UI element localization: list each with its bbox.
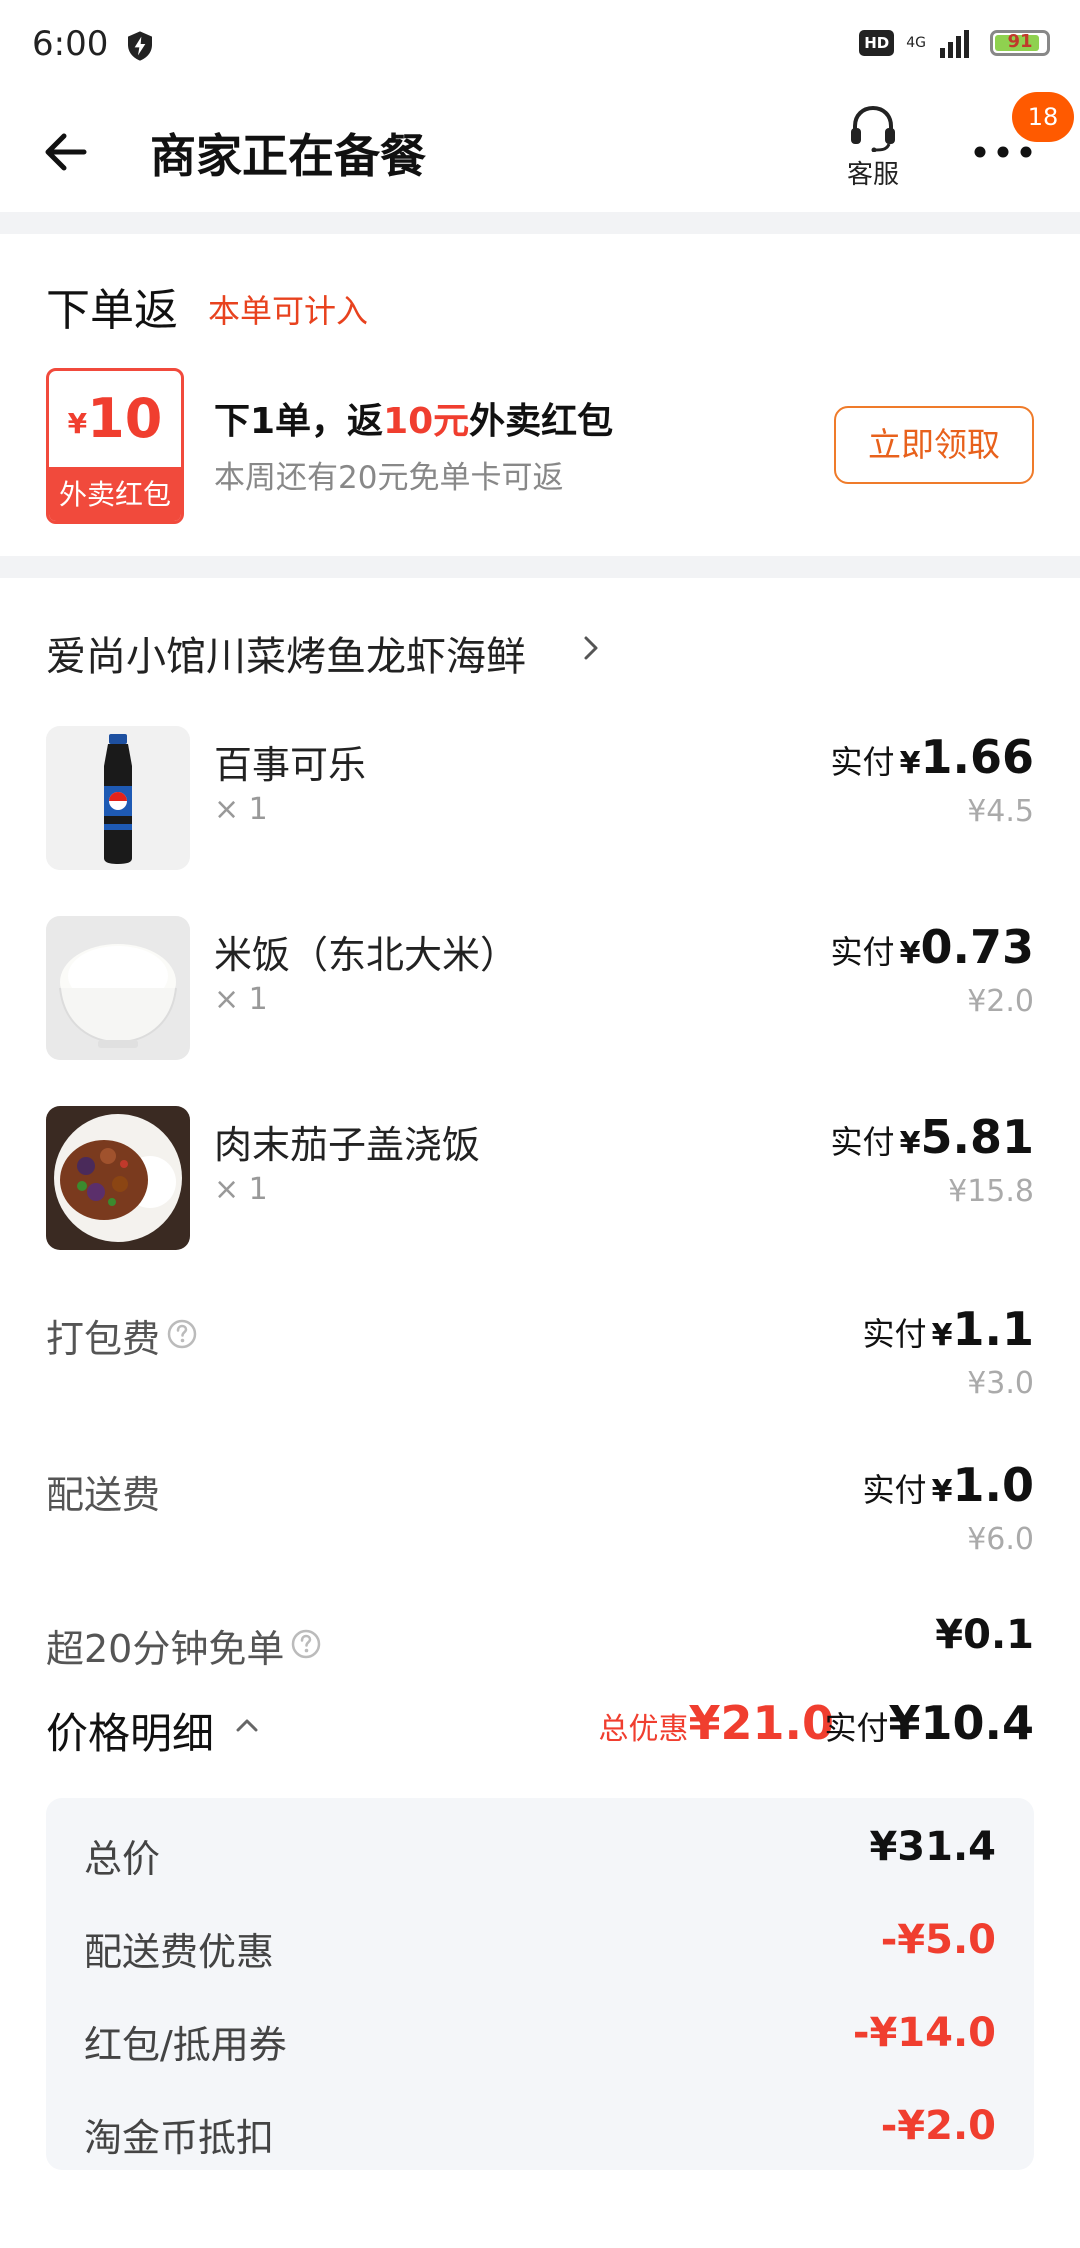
price-detail-title: 价格明细 — [46, 1709, 215, 1758]
breakdown-row: 淘金币抵扣 -¥2.0 — [46, 2091, 1034, 2171]
order-item[interactable]: 米饭（东北大米） × 1 实付 ¥0.73 ¥2.0 — [0, 916, 1080, 1066]
battery-icon: 91 — [990, 30, 1050, 56]
delivery-fee-row: 配送费 实付 ¥1.0 ¥6.0 — [0, 1454, 1080, 1574]
packing-fee-label: 打包费 — [46, 1308, 198, 1363]
breakdown-value: -¥2.0 — [880, 2103, 996, 2149]
breakdown-row: 总价 ¥31.4 — [46, 1812, 1034, 1892]
promo-subtitle: 本单可计入 — [208, 292, 369, 330]
delivery-fee-label: 配送费 — [46, 1473, 161, 1517]
order-item[interactable]: 肉末茄子盖浇饭 × 1 实付 ¥5.81 ¥15.8 — [0, 1106, 1080, 1256]
shield-bolt-icon — [128, 31, 152, 61]
item-paid-price: 实付 ¥5.81 — [830, 1110, 1034, 1164]
breakdown-row: 配送费优惠 -¥5.0 — [46, 1905, 1034, 1985]
hd-icon: HD — [859, 30, 895, 56]
shop-name-link[interactable]: 爱尚小馆川菜烤鱼龙虾海鲜 — [46, 624, 526, 682]
status-time: 6:00 — [32, 24, 109, 64]
total-discount: 总优惠¥21.0 — [598, 1696, 834, 1750]
coupon-value: 10 — [87, 387, 163, 450]
order-section: 爱尚小馆川菜烤鱼龙虾海鲜 百事可乐 × 1 实付 ¥1.66 ¥4.5 米饭（东… — [0, 578, 1080, 2248]
page-title: 商家正在备餐 — [150, 129, 426, 183]
total-paid: 实付¥10.4 — [824, 1696, 1034, 1750]
packing-fee-original: ¥3.0 — [967, 1366, 1034, 1401]
coupon-label: 外卖红包 — [49, 467, 181, 521]
nav-bar: 商家正在备餐 客服 18 — [0, 92, 1080, 212]
packing-fee-paid: 实付 ¥1.1 — [862, 1302, 1034, 1356]
delivery-fee-paid: 实付 ¥1.0 — [862, 1458, 1034, 1512]
status-icons: HD 4G 91 — [859, 28, 1050, 58]
price-detail-toggle[interactable]: 价格明细 总优惠¥21.0 实付¥10.4 — [0, 1690, 1080, 1770]
price-breakdown: 总价 ¥31.4 配送费优惠 -¥5.0 红包/抵用券 -¥14.0 淘金币抵扣… — [46, 1798, 1034, 2170]
overtime-free-value: ¥0.1 — [935, 1612, 1034, 1658]
help-icon[interactable] — [290, 1628, 322, 1660]
overtime-free-row: 超20分钟免单 ¥0.1 — [0, 1608, 1080, 1678]
network-type: 4G — [906, 35, 926, 51]
breakdown-label: 配送费优惠 — [84, 1930, 275, 1974]
overtime-free-label: 超20分钟免单 — [46, 1618, 322, 1673]
packing-fee-row: 打包费 实付 ¥1.1 ¥3.0 — [0, 1298, 1080, 1418]
customer-service-button[interactable]: 客服 — [838, 102, 908, 191]
delivery-fee-original: ¥6.0 — [967, 1522, 1034, 1557]
claim-now-button[interactable]: 立即领取 — [834, 406, 1034, 484]
breakdown-label: 红包/抵用券 — [84, 2023, 287, 2067]
item-name: 百事可乐 — [214, 743, 367, 787]
promo-headline: 下1单，返10元外卖红包 — [214, 401, 614, 442]
cola-bottle-image — [46, 726, 190, 870]
promo-description: 本周还有20元免单卡可返 — [214, 460, 564, 496]
help-icon[interactable] — [166, 1318, 198, 1350]
item-paid-price: 实付 ¥1.66 — [830, 730, 1034, 784]
rice-bowl-image — [46, 916, 190, 1060]
item-paid-price: 实付 ¥0.73 — [830, 920, 1034, 974]
breakdown-value: -¥5.0 — [880, 1917, 996, 1963]
item-name: 米饭（东北大米） — [214, 933, 519, 977]
divider — [0, 212, 1080, 234]
back-arrow-icon[interactable] — [36, 122, 96, 182]
divider — [0, 556, 1080, 578]
headset-icon — [851, 105, 895, 153]
item-original-price: ¥2.0 — [967, 984, 1034, 1019]
breakdown-value: ¥31.4 — [869, 1824, 996, 1870]
order-item[interactable]: 百事可乐 × 1 实付 ¥1.66 ¥4.5 — [0, 726, 1080, 876]
promo-title: 下单返 — [46, 285, 178, 336]
item-quantity: × 1 — [214, 792, 268, 827]
item-quantity: × 1 — [214, 982, 268, 1017]
breakdown-label: 总价 — [84, 1837, 161, 1881]
item-quantity: × 1 — [214, 1172, 268, 1207]
cashback-promo-card: 下单返 本单可计入 ¥10 外卖红包 下1单，返10元外卖红包 本周还有20元免… — [0, 234, 1080, 556]
breakdown-row: 红包/抵用券 -¥14.0 — [46, 1998, 1034, 2078]
chevron-up-icon — [236, 1719, 258, 1732]
battery-level: 91 — [1007, 31, 1033, 52]
breakdown-label: 淘金币抵扣 — [84, 2116, 275, 2160]
message-badge: 18 — [1012, 92, 1074, 142]
item-original-price: ¥15.8 — [948, 1174, 1034, 1209]
chevron-right-icon[interactable] — [580, 632, 604, 664]
customer-service-label: 客服 — [846, 160, 899, 190]
status-bar: 6:00 HD 4G 91 — [0, 0, 1080, 92]
coupon-amount: ¥10 — [49, 371, 181, 467]
red-packet-coupon: ¥10 外卖红包 — [46, 368, 184, 524]
signal-icon — [940, 30, 969, 58]
item-name: 肉末茄子盖浇饭 — [214, 1123, 481, 1167]
breakdown-value: -¥14.0 — [852, 2010, 996, 2056]
item-original-price: ¥4.5 — [967, 794, 1034, 829]
coupon-yen: ¥ — [67, 407, 88, 440]
eggplant-rice-image — [46, 1106, 190, 1250]
